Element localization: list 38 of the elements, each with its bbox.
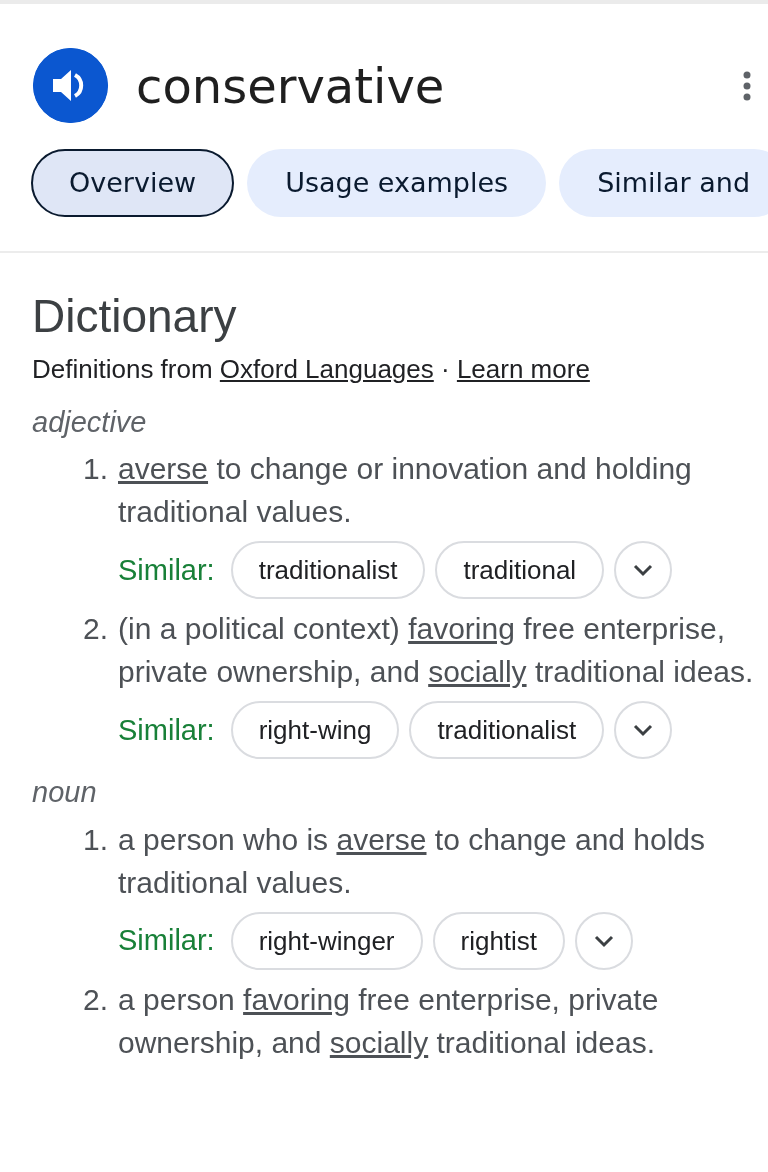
part-of-speech: noun bbox=[32, 775, 98, 811]
definition-text: a person who is averse to change and holds traditional values. bbox=[118, 822, 707, 902]
list-number: 1. bbox=[81, 451, 109, 488]
word-link[interactable]: socially bbox=[428, 655, 527, 689]
section-heading: Dictionary bbox=[32, 291, 238, 342]
more-options-icon[interactable] bbox=[742, 70, 752, 101]
source-line: Definitions from Oxford Languages · Learn more bbox=[32, 352, 591, 386]
chevron-down-icon bbox=[632, 723, 655, 738]
tab[interactable]: Similar and bbox=[559, 149, 768, 217]
similar-label: Similar: bbox=[118, 712, 215, 748]
chevron-down-icon bbox=[632, 563, 655, 578]
word-link[interactable]: favoring bbox=[408, 612, 515, 646]
list-number: 1. bbox=[81, 822, 109, 859]
list-number: 2. bbox=[81, 982, 109, 1019]
synonym-chip[interactable]: traditional bbox=[435, 541, 605, 600]
tab[interactable]: Overview bbox=[31, 149, 235, 217]
definition-text: averse to change or innovation and holding traditional values. bbox=[118, 451, 693, 531]
tab[interactable]: Usage examples bbox=[247, 149, 547, 217]
definition-text: (in a political context) favoring free enterprise, private ownership, and socially traditional ideas. bbox=[118, 611, 755, 691]
word-link[interactable]: averse bbox=[336, 823, 427, 857]
word-title: conservative bbox=[136, 61, 445, 110]
source-link[interactable]: Oxford Languages bbox=[219, 353, 434, 384]
similar-label: Similar: bbox=[118, 923, 215, 959]
chevron-down-icon bbox=[593, 934, 616, 949]
learn-more-link[interactable]: Learn more bbox=[456, 353, 590, 384]
synonym-chip[interactable]: traditionalist bbox=[230, 541, 426, 600]
synonym-chip[interactable]: right-winger bbox=[230, 912, 423, 971]
similar-label: Similar: bbox=[118, 552, 215, 588]
synonym-chip[interactable]: traditionalist bbox=[409, 701, 605, 760]
part-of-speech: adjective bbox=[32, 404, 148, 440]
speaker-icon[interactable] bbox=[33, 48, 108, 123]
list-number: 2. bbox=[81, 611, 109, 648]
synonym-chip[interactable]: rightist bbox=[432, 912, 566, 971]
definition-text: a person favoring free enterprise, private ownership, and socially traditional ideas. bbox=[118, 982, 660, 1062]
synonym-chip[interactable]: right-wing bbox=[230, 701, 400, 760]
word-link[interactable]: socially bbox=[329, 1026, 429, 1060]
word-link[interactable]: averse bbox=[118, 452, 209, 486]
word-link[interactable]: favoring bbox=[243, 983, 350, 1017]
